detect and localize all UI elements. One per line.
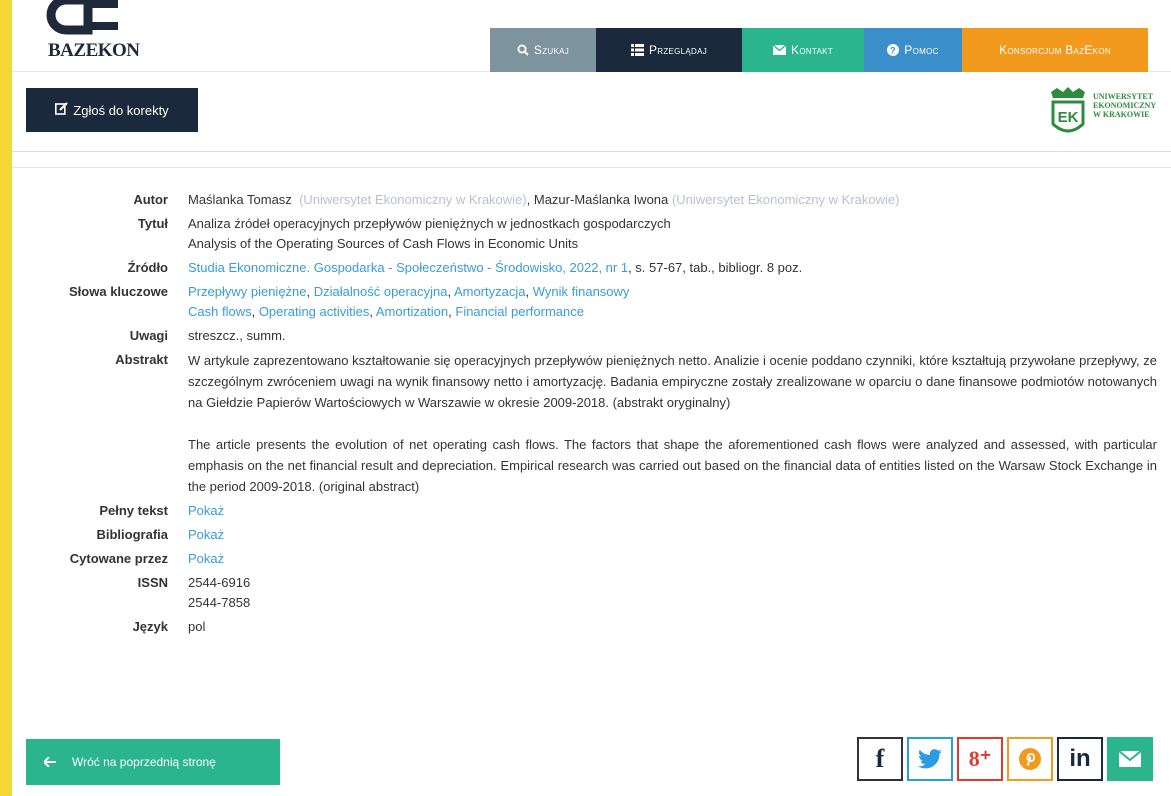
author-value: Maślanka Tomasz (Uniwersytet Ekonomiczny… [188, 190, 1171, 210]
bibliography-label: Bibliografia [96, 527, 168, 542]
source-value: Studia Ekonomiczne. Gospodarka - Społecz… [188, 258, 1171, 278]
list-icon [630, 44, 644, 56]
divider [12, 167, 1171, 168]
linkedin-icon[interactable]: in [1057, 737, 1103, 781]
keyword-link[interactable]: Amortyzacja [454, 284, 526, 299]
row-title: Tytuł Analiza źródeł operacyjnych przepł… [12, 214, 1171, 254]
keywords-label: Słowa kluczowe [69, 284, 168, 299]
row-full-text: Pełny tekst Pokaż [12, 501, 1171, 521]
row-abstract: Abstrakt W artykule zaprezentowano kszta… [12, 350, 1171, 497]
pinterest-icon[interactable] [1007, 737, 1053, 781]
notes-label: Uwagi [129, 328, 168, 343]
author-separator: , [526, 192, 534, 207]
record-details: Autor Maślanka Tomasz (Uniwersytet Ekono… [12, 190, 1171, 641]
affiliation-text: (Uniwersytet Ekonomiczny w Krakowie) [671, 192, 900, 207]
row-notes: Uwagi streszcz., summ. [12, 326, 1171, 346]
title-en: Analysis of the Operating Sources of Cas… [188, 236, 579, 251]
cited-by-label: Cytowane przez [69, 551, 168, 566]
notes-value: streszcz., summ. [188, 328, 286, 343]
nav-contact-button[interactable]: Kontakt [742, 28, 864, 72]
language-value: pol [188, 619, 206, 634]
author-label: Autor [133, 192, 168, 207]
nav-consortium-label: Konsorcjum BazEkon [999, 43, 1111, 57]
issn-value: 2544-6916 2544-7858 [188, 575, 251, 610]
keyword-link[interactable]: Financial performance [455, 304, 584, 319]
edit-icon [55, 102, 69, 118]
row-keywords: Słowa kluczowe Przepływy pieniężne, Dzia… [12, 282, 1171, 322]
title-pl: Analiza źródeł operacyjnych przepływów p… [188, 216, 671, 231]
nav-search-button[interactable]: Szukaj [490, 28, 596, 72]
search-icon [517, 44, 529, 56]
affiliation-text: (Uniwersytet Ekonomiczny w Krakowie) [299, 192, 527, 207]
row-source: Źródło Studia Ekonomiczne. Gospodarka - … [12, 258, 1171, 278]
keyword-link[interactable]: Amortization [376, 304, 448, 319]
bazekon-logo[interactable]: BAZEKON [26, 0, 140, 64]
back-button[interactable]: Wróć na poprzednią stronę [26, 739, 280, 785]
nav-help-label: Pomoc [904, 43, 939, 57]
keyword-link[interactable]: Przepływy pieniężne [188, 284, 307, 299]
social-share: f 8⁺ in [857, 737, 1153, 781]
source-details: , s. 57-67, tab., bibliogr. 8 poz. [628, 260, 803, 275]
svg-text:?: ? [890, 46, 896, 56]
abstract-en: The article presents the evolution of ne… [188, 437, 1157, 494]
site-header: BAZEKON Szukaj Przeglądaj Kontakt ? Pomo… [12, 0, 1171, 72]
university-crest-icon: EK [1051, 87, 1085, 133]
row-issn: ISSN 2544-6916 2544-7858 [12, 573, 1171, 613]
cited-by-show-link[interactable]: Pokaż [188, 551, 224, 566]
keywords-pl: Przepływy pieniężne, Działalność operacy… [188, 284, 630, 299]
svg-text:EK: EK [1058, 109, 1079, 126]
envelope-icon [773, 45, 787, 55]
google-plus-icon[interactable]: 8⁺ [957, 737, 1003, 781]
page: BAZEKON Szukaj Przeglądaj Kontakt ? Pomo… [12, 0, 1171, 796]
main-nav: Szukaj Przeglądaj Kontakt ? Pomoc Konsor… [490, 28, 1148, 72]
keyword-link[interactable]: Operating activities [259, 304, 370, 319]
report-correction-button[interactable]: Zgłoś do korekty [26, 88, 198, 132]
keyword-link[interactable]: Działalność operacyjna [314, 284, 448, 299]
keyword-link[interactable]: Wynik finansowy [533, 284, 630, 299]
row-bibliography: Bibliografia Pokaż [12, 525, 1171, 545]
question-circle-icon: ? [887, 44, 900, 56]
keyword-link[interactable]: Cash flows [188, 304, 252, 319]
full-text-label: Pełny tekst [99, 503, 168, 518]
abstract-label: Abstrakt [115, 352, 168, 367]
abstract-pl: W artykule zaprezentowano kształtowanie … [188, 353, 1157, 410]
keywords-value: Przepływy pieniężne, Działalność operacy… [188, 282, 1171, 322]
author-link[interactable]: Mazur-Maślanka Iwona [534, 192, 668, 207]
nav-contact-label: Kontakt [791, 43, 833, 57]
nav-help-button[interactable]: ? Pomoc [864, 28, 962, 72]
journal-sep: , [562, 260, 570, 275]
keywords-en: Cash flows, Operating activities, Amorti… [188, 304, 584, 319]
full-text-show-link[interactable]: Pokaż [188, 503, 224, 518]
row-language: Język pol [12, 617, 1171, 637]
report-correction-label: Zgłoś do korekty [73, 102, 169, 118]
nav-browse-button[interactable]: Przeglądaj [596, 28, 742, 72]
title-value: Analiza źródeł operacyjnych przepływów p… [188, 214, 1171, 254]
issue-link[interactable]: 2022, nr 1 [570, 260, 629, 275]
nav-search-label: Szukaj [533, 43, 570, 57]
sub-header: Zgłoś do korekty EK UNIWERSYTET EKONOMIC… [12, 72, 1171, 152]
row-cited-by: Cytowane przez Pokaż [12, 549, 1171, 569]
facebook-icon[interactable]: f [857, 737, 903, 781]
twitter-icon[interactable] [907, 737, 953, 781]
university-logo[interactable]: EK UNIWERSYTET EKONOMICZNY W KRAKOWIE [1047, 84, 1157, 140]
university-name: UNIWERSYTET EKONOMICZNY W KRAKOWIE [1093, 92, 1157, 119]
author-link[interactable]: Maślanka Tomasz [188, 192, 292, 207]
logo-text: BAZEKON [48, 40, 140, 61]
back-label: Wróć na poprzednią stronę [72, 755, 216, 769]
nav-consortium-button[interactable]: Konsorcjum BazEkon [962, 28, 1148, 72]
row-author: Autor Maślanka Tomasz (Uniwersytet Ekono… [12, 190, 1171, 210]
journal-link[interactable]: Studia Ekonomiczne. Gospodarka - Społecz… [188, 260, 562, 275]
issn-label: ISSN [137, 575, 168, 590]
source-label: Źródło [127, 260, 168, 275]
language-label: Język [132, 619, 168, 634]
email-icon[interactable] [1107, 737, 1153, 781]
arrow-left-icon [42, 754, 56, 770]
nav-browse-label: Przeglądaj [648, 43, 708, 57]
bibliography-show-link[interactable]: Pokaż [188, 527, 224, 542]
title-label: Tytuł [137, 216, 168, 231]
abstract-value: W artykule zaprezentowano kształtowanie … [188, 350, 1171, 497]
